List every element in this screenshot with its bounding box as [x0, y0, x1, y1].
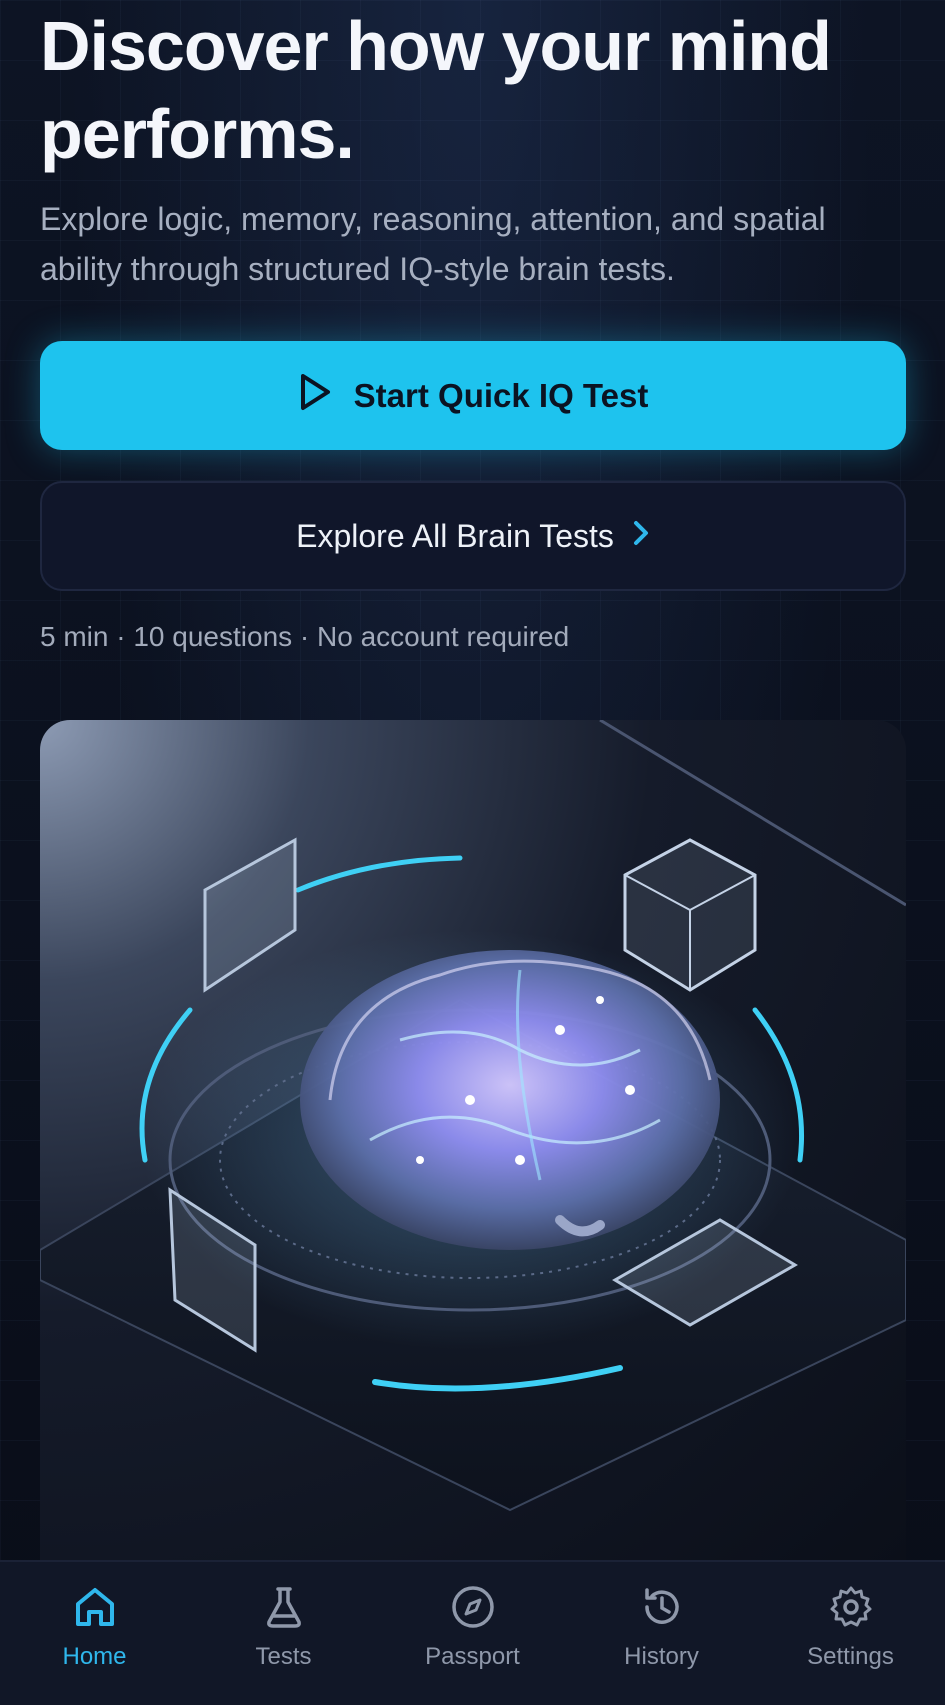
nav-item-history[interactable]: History: [567, 1562, 756, 1705]
hero-subtitle: Explore logic, memory, reasoning, attent…: [40, 201, 826, 287]
start-quick-iq-test-label: Start Quick IQ Test: [353, 376, 649, 414]
nav-item-settings[interactable]: Settings: [756, 1562, 945, 1705]
nav-label-home: Home: [62, 1643, 127, 1670]
start-quick-iq-test-button[interactable]: Start Quick IQ Test: [40, 341, 906, 450]
nav-item-home[interactable]: Home: [0, 1562, 189, 1705]
nav-label-history: History: [624, 1643, 699, 1670]
nav-item-passport[interactable]: Passport: [378, 1562, 567, 1705]
nav-label-passport: Passport: [425, 1643, 520, 1670]
nav-item-tests[interactable]: Tests: [189, 1562, 378, 1705]
chevron-right-icon: [632, 518, 650, 555]
nav-label-tests: Tests: [255, 1643, 312, 1670]
play-icon: [298, 373, 332, 419]
flask-icon: [261, 1584, 307, 1635]
home-icon: [72, 1584, 118, 1635]
nav-label-settings: Settings: [807, 1643, 894, 1670]
compass-icon: [450, 1584, 496, 1635]
hero-title: Discover how your mind performs.: [40, 7, 832, 173]
test-meta-info: 5 min · 10 questions · No account requir…: [40, 621, 570, 652]
history-icon: [639, 1584, 685, 1635]
explore-all-brain-tests-button[interactable]: Explore All Brain Tests: [40, 481, 906, 591]
explore-all-brain-tests-label: Explore All Brain Tests: [296, 517, 614, 554]
gear-icon: [828, 1584, 874, 1635]
brain-illustration: [40, 720, 906, 1560]
bottom-nav: Home Tests Passport History Settings: [0, 1560, 945, 1705]
